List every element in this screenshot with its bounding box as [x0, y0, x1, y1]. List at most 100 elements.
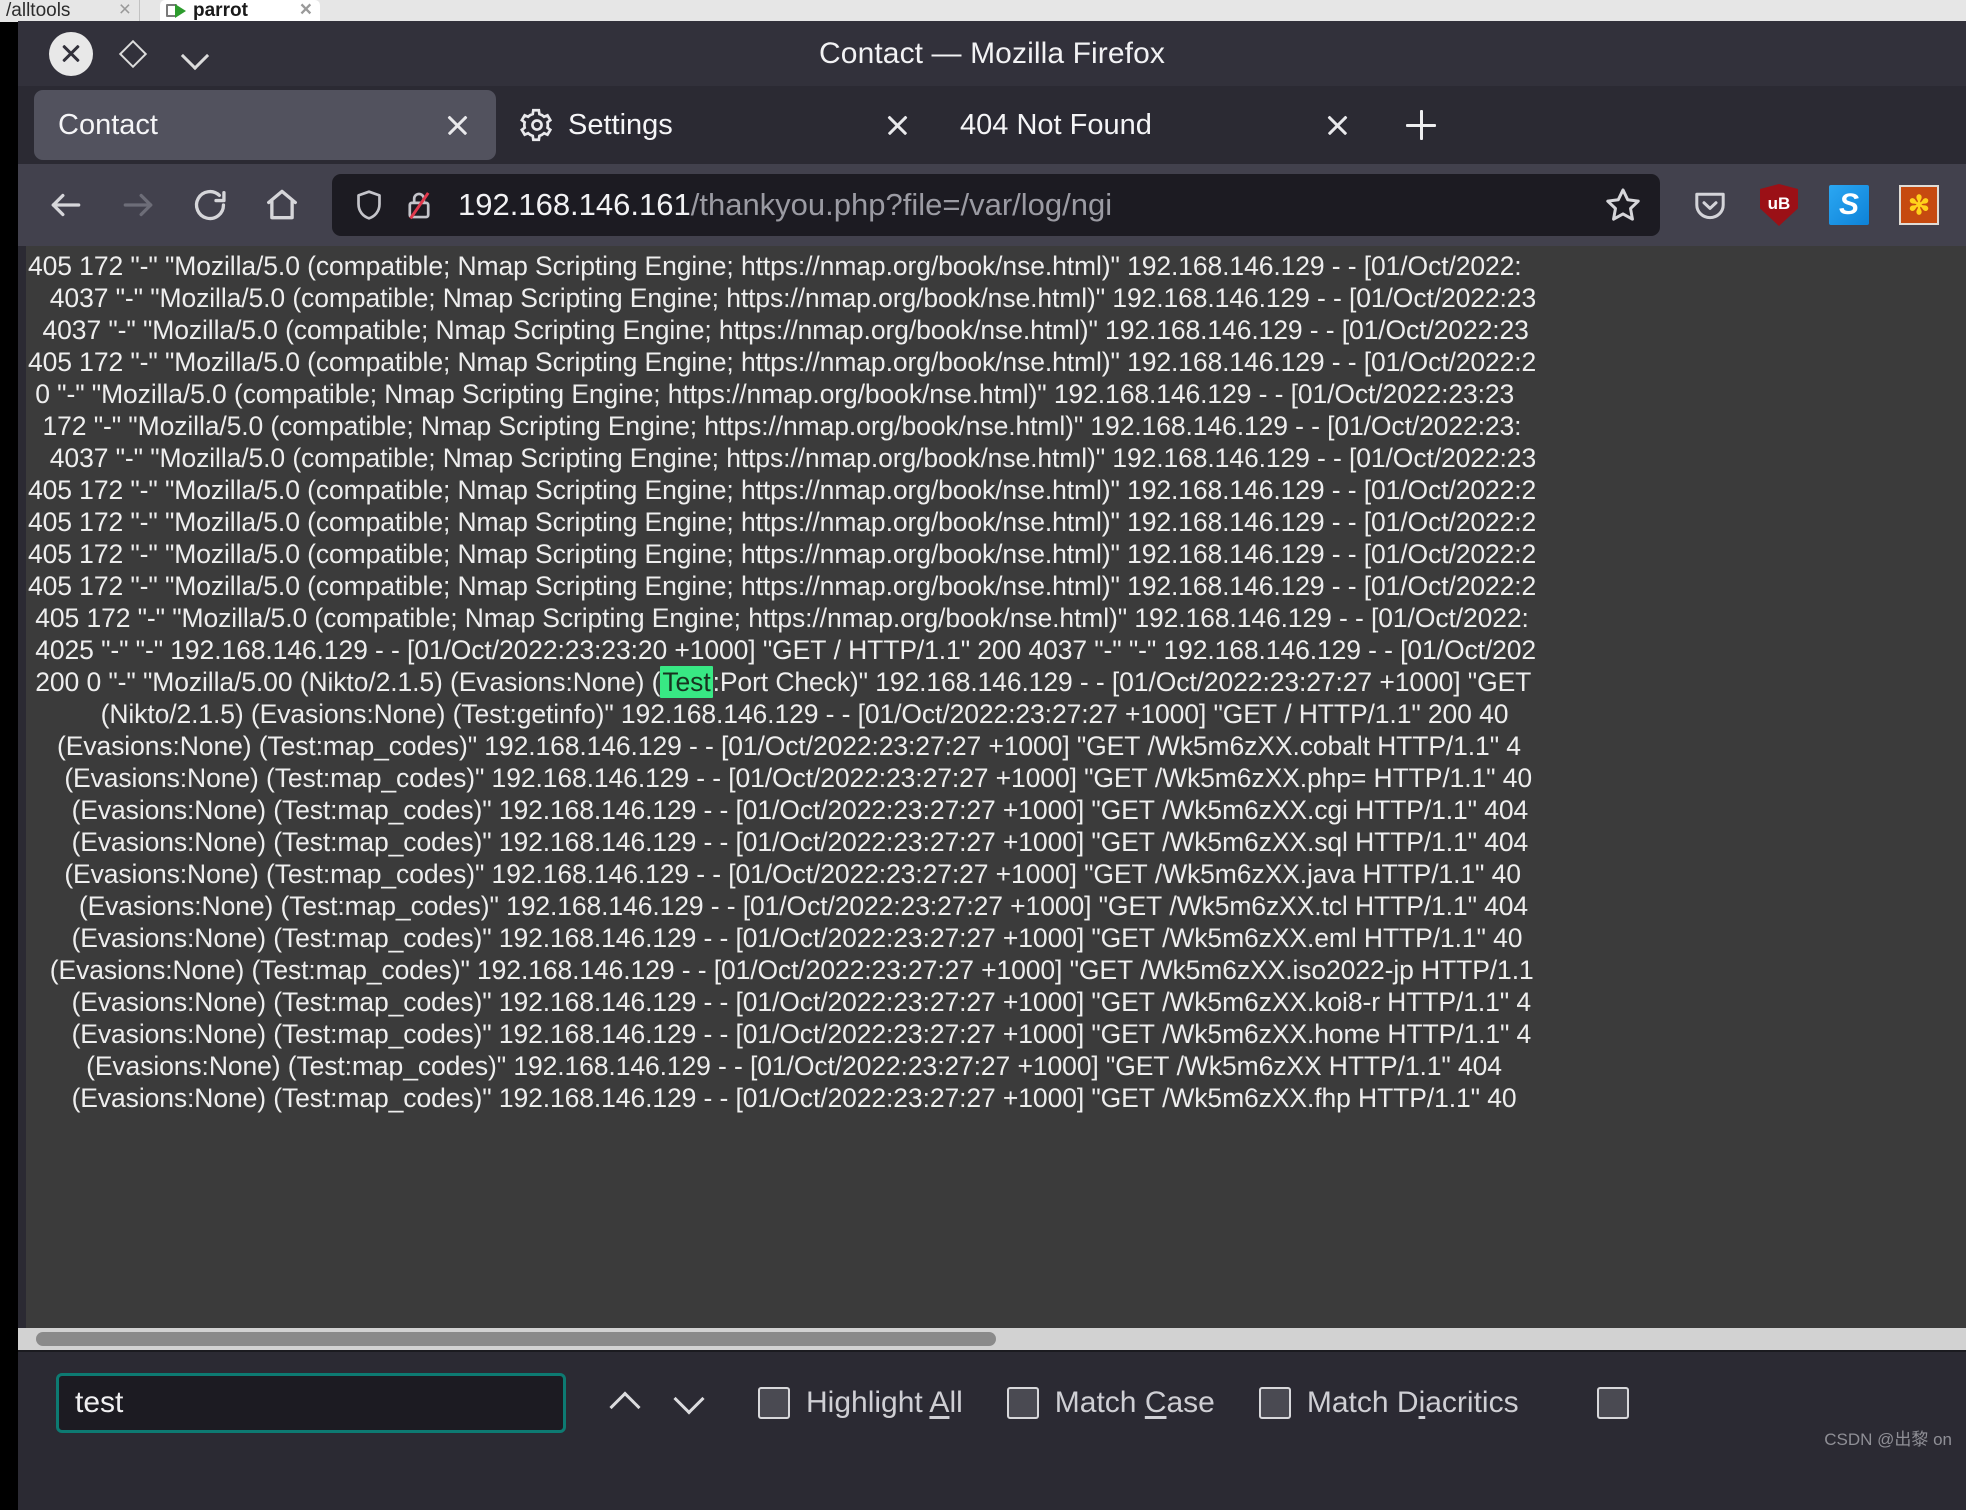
tab-contact-close-icon[interactable] — [434, 102, 480, 148]
chevron-up-icon — [609, 1391, 641, 1423]
log-line: 405 172 "-" "Mozilla/5.0 (compatible; Nm… — [28, 603, 1529, 633]
page-content-log[interactable]: 405 172 "-" "Mozilla/5.0 (compatible; Nm… — [18, 246, 1966, 1350]
find-highlight: Test — [660, 666, 713, 698]
log-line: 405 172 "-" "Mozilla/5.0 (compatible; Nm… — [28, 251, 1522, 281]
background-tab-parrot-label: parrot — [193, 0, 248, 21]
parrot-favicon — [166, 3, 188, 19]
window-titlebar: Contact — Mozilla Firefox — [18, 21, 1966, 86]
ublock-origin-icon[interactable]: uB — [1753, 179, 1805, 231]
tab-contact[interactable]: Contact — [34, 90, 496, 160]
new-tab-button[interactable] — [1392, 96, 1450, 154]
horizontal-scrollbar-thumb[interactable] — [36, 1332, 996, 1346]
log-line: 172 "-" "Mozilla/5.0 (compatible; Nmap S… — [28, 411, 1522, 441]
tab-strip: Contact Settings 404 Not Found — [18, 86, 1966, 164]
back-button[interactable] — [30, 175, 102, 235]
whole-words-box[interactable] — [1596, 1387, 1629, 1419]
match-diacritics-box[interactable] — [1258, 1387, 1291, 1419]
find-navigation — [596, 1374, 718, 1432]
log-line: (Evasions:None) (Test:map_codes)" 192.16… — [28, 795, 1529, 825]
log-line: 405 172 "-" "Mozilla/5.0 (compatible; Nm… — [28, 507, 1537, 537]
log-line-list: 405 172 "-" "Mozilla/5.0 (compatible; Nm… — [18, 250, 1966, 1114]
log-line: 405 172 "-" "Mozilla/5.0 (compatible; Nm… — [28, 539, 1537, 569]
whole-words-checkbox[interactable] — [1596, 1387, 1645, 1419]
gear-icon — [520, 108, 554, 142]
log-line: (Evasions:None) (Test:map_codes)" 192.16… — [28, 1051, 1502, 1081]
log-line: 405 172 "-" "Mozilla/5.0 (compatible; Nm… — [28, 475, 1537, 505]
horizontal-scrollbar[interactable] — [18, 1328, 1966, 1350]
log-line: (Nikto/2.1.5) (Evasions:None) (Test:geti… — [28, 699, 1509, 729]
navigation-toolbar: 192.168.146.161/thankyou.php?file=/var/l… — [18, 164, 1966, 246]
window-controls — [18, 26, 226, 82]
url-bar[interactable]: 192.168.146.161/thankyou.php?file=/var/l… — [332, 174, 1660, 236]
tab-contact-label: Contact — [58, 108, 158, 141]
window-restore-button[interactable] — [102, 26, 164, 82]
log-line: 0 "-" "Mozilla/5.0 (compatible; Nmap Scr… — [28, 379, 1515, 409]
highlight-all-label: Highlight All — [806, 1386, 963, 1419]
log-line: 4037 "-" "Mozilla/5.0 (compatible; Nmap … — [28, 315, 1529, 345]
extension-icon[interactable]: ✻ — [1893, 179, 1945, 231]
background-tab-parrot-close-icon[interactable]: × — [300, 0, 312, 22]
match-case-box[interactable] — [1006, 1387, 1039, 1419]
firefox-window: Contact — Mozilla Firefox Contact Settin… — [18, 21, 1966, 1510]
close-icon — [49, 31, 93, 76]
shield-icon[interactable] — [352, 188, 386, 222]
match-diacritics-checkbox[interactable]: Match Diacritics — [1258, 1386, 1519, 1420]
log-line: (Evasions:None) (Test:map_codes)" 192.16… — [28, 1083, 1517, 1113]
screenshot-root: /alltools × parrot × Contact — Mozilla F… — [0, 0, 1966, 1510]
chevron-down-icon — [673, 1383, 705, 1415]
tab-404-not-found-close-icon[interactable] — [1314, 102, 1360, 148]
background-tab-alltools-label: /alltools — [6, 0, 71, 21]
background-tab-alltools-close-icon[interactable]: × — [119, 0, 131, 22]
find-next-button[interactable] — [660, 1374, 718, 1432]
broken-lock-icon[interactable] — [402, 188, 436, 222]
log-line: 4037 "-" "Mozilla/5.0 (compatible; Nmap … — [28, 443, 1537, 473]
log-line: (Evasions:None) (Test:map_codes)" 192.16… — [28, 891, 1529, 921]
log-line: 405 172 "-" "Mozilla/5.0 (compatible; Nm… — [28, 347, 1537, 377]
extension-glyph: ✻ — [1899, 185, 1939, 225]
log-line: (Evasions:None) (Test:map_codes)" 192.16… — [28, 955, 1534, 985]
watermark: CSDN @出黎 on — [1824, 1430, 1952, 1449]
window-close-button[interactable] — [40, 26, 102, 82]
window-title: Contact — Mozilla Firefox — [819, 36, 1165, 70]
find-options: Highlight All Match Case Match Diacritic… — [758, 1386, 1645, 1420]
url-text: 192.168.146.161/thankyou.php?file=/var/l… — [458, 187, 1588, 223]
tab-404-not-found[interactable]: 404 Not Found — [936, 90, 1376, 160]
tab-404-not-found-label: 404 Not Found — [960, 108, 1152, 141]
log-line: (Evasions:None) (Test:map_codes)" 192.16… — [28, 1019, 1532, 1049]
log-line: 405 172 "-" "Mozilla/5.0 (compatible; Nm… — [28, 571, 1537, 601]
match-case-label: Match Case — [1054, 1386, 1215, 1419]
log-line: 4025 "-" "-" 192.168.146.129 - - [01/Oct… — [28, 635, 1537, 665]
skype-icon[interactable]: S — [1823, 179, 1875, 231]
log-line: (Evasions:None) (Test:map_codes)" 192.16… — [28, 731, 1521, 761]
log-line: (Evasions:None) (Test:map_codes)" 192.16… — [28, 763, 1532, 793]
chevron-down-icon — [183, 42, 207, 66]
url-path: /thankyou.php?file=/var/log/ngi — [690, 187, 1113, 222]
log-line: 200 0 "-" "Mozilla/5.00 (Nikto/2.1.5) (E… — [28, 666, 1532, 698]
match-case-checkbox[interactable]: Match Case — [1006, 1386, 1215, 1420]
forward-button[interactable] — [102, 175, 174, 235]
log-line: 4037 "-" "Mozilla/5.0 (compatible; Nmap … — [28, 283, 1537, 313]
star-icon[interactable] — [1602, 184, 1644, 226]
url-host: 192.168.146.161 — [458, 187, 691, 222]
log-line: (Evasions:None) (Test:map_codes)" 192.16… — [28, 827, 1529, 857]
find-previous-button[interactable] — [596, 1374, 654, 1432]
pocket-icon[interactable] — [1683, 179, 1735, 231]
tab-settings-label: Settings — [568, 108, 673, 141]
find-input[interactable] — [56, 1373, 566, 1433]
background-tab-parrot[interactable]: parrot × — [160, 0, 320, 22]
reload-button[interactable] — [174, 175, 246, 235]
tab-settings-close-icon[interactable] — [874, 102, 920, 148]
background-browser-tabstrip: /alltools × parrot × — [0, 0, 1966, 22]
background-tab-alltools[interactable]: /alltools × — [0, 0, 140, 22]
highlight-all-checkbox[interactable]: Highlight All — [758, 1386, 963, 1420]
home-button[interactable] — [246, 175, 318, 235]
log-line: (Evasions:None) (Test:map_codes)" 192.16… — [28, 987, 1532, 1017]
log-line: (Evasions:None) (Test:map_codes)" 192.16… — [28, 859, 1521, 889]
log-line: (Evasions:None) (Test:map_codes)" 192.16… — [28, 923, 1523, 953]
tab-settings[interactable]: Settings — [496, 90, 936, 160]
window-minimize-button[interactable] — [164, 26, 226, 82]
find-bar: Highlight All Match Case Match Diacritic… — [18, 1350, 1966, 1454]
highlight-all-box[interactable] — [758, 1387, 790, 1419]
match-diacritics-label: Match Diacritics — [1306, 1386, 1519, 1419]
ublock-origin-label: uB — [1767, 193, 1791, 213]
